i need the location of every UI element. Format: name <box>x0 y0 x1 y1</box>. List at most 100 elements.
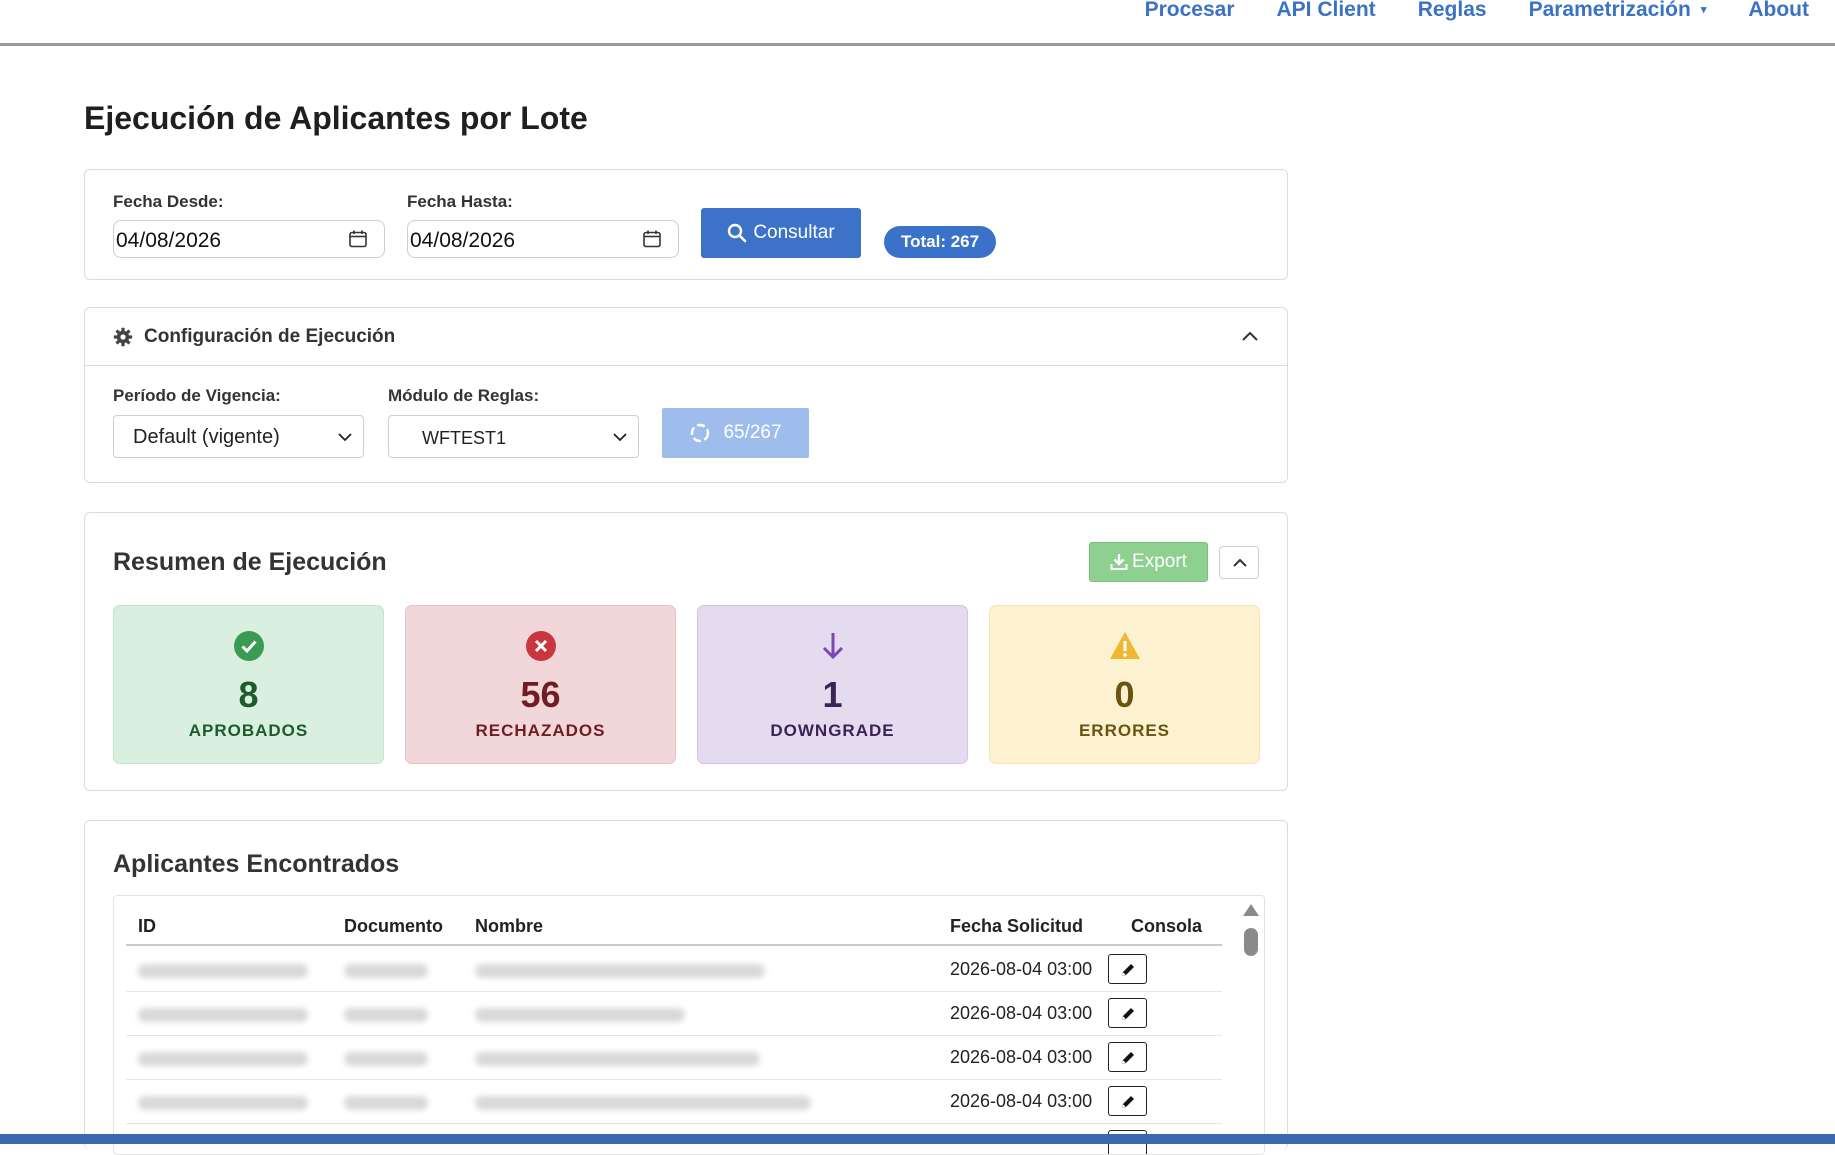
collapse-summary-button[interactable] <box>1219 546 1259 579</box>
check-circle-icon <box>233 631 264 661</box>
execution-config-card: Configuración de Ejecución Período de Vi… <box>84 307 1288 483</box>
fecha-solicitud: 2026-08-04 03:00 <box>950 1047 1093 1067</box>
spinner-icon <box>691 423 710 443</box>
consultar-label: Consultar <box>753 222 835 243</box>
from-date-input[interactable]: 04/08/2026 <box>113 220 385 258</box>
redacted-document <box>344 1052 428 1066</box>
redacted-id <box>138 1096 308 1110</box>
execution-summary-card: Resumen de Ejecución Export 8 APROBADOS … <box>84 512 1288 791</box>
fecha-solicitud: 2026-08-04 03:00 <box>950 1003 1093 1023</box>
periodo-value: Default (vigente) <box>133 426 280 448</box>
redacted-name <box>475 964 765 978</box>
x-circle-icon <box>525 631 556 661</box>
config-title: Configuración de Ejecución <box>144 326 396 347</box>
table-row[interactable]: 2026-08-04 03:00 <box>126 992 1222 1036</box>
caret-down-icon: ▾ <box>1700 4 1707 16</box>
stat-aprobados: 8 APROBADOS <box>113 605 384 764</box>
page-title: Ejecución de Aplicantes por Lote <box>84 100 588 136</box>
to-date-value: 04/08/2026 <box>410 229 516 252</box>
column-header-documento[interactable]: Documento <box>344 916 443 937</box>
column-header-consola[interactable]: Consola <box>1131 916 1202 937</box>
redacted-id <box>138 1052 308 1066</box>
modulo-label: Módulo de Reglas: <box>388 386 540 405</box>
table-row[interactable]: 2026-08-04 03:00 <box>126 1036 1222 1080</box>
download-icon <box>1110 554 1128 570</box>
redacted-name <box>475 1052 760 1066</box>
export-label: Export <box>1132 551 1187 572</box>
edit-button[interactable] <box>1108 1086 1147 1116</box>
config-header[interactable]: Configuración de Ejecución <box>85 308 1287 366</box>
edit-button[interactable] <box>1108 954 1147 984</box>
nav-item-parametrizacion[interactable]: Parametrización ▾ <box>1529 0 1707 22</box>
pencil-icon <box>1122 1052 1134 1064</box>
pencil-icon <box>1122 1008 1134 1020</box>
stat-label: DOWNGRADE <box>770 721 895 740</box>
scroll-up-arrow-icon[interactable] <box>1243 904 1259 916</box>
redacted-document <box>344 964 428 978</box>
to-date-label: Fecha Hasta: <box>407 192 513 211</box>
chevron-up-icon[interactable] <box>1240 327 1260 347</box>
edit-button[interactable] <box>1108 998 1147 1028</box>
top-navbar: Procesar API Client Reglas Parametrizaci… <box>0 0 1835 46</box>
stat-downgrade: 1 DOWNGRADE <box>697 605 968 764</box>
table-row[interactable]: 2026-08-04 03:00 <box>126 1080 1222 1124</box>
gear-icon <box>113 327 133 347</box>
fecha-solicitud: 2026-08-04 03:00 <box>950 1091 1093 1111</box>
stat-label: ERRORES <box>1078 721 1171 740</box>
stat-errores: 0 ERRORES <box>989 605 1260 764</box>
table-header: ID Documento Nombre Fecha Solicitud Cons… <box>126 896 1222 946</box>
redacted-document <box>344 1008 428 1022</box>
nav-item-procesar[interactable]: Procesar <box>1145 0 1235 22</box>
execution-progress-button[interactable]: 65/267 <box>662 408 809 458</box>
column-header-fecha[interactable]: Fecha Solicitud <box>950 916 1083 937</box>
stat-rechazados: 56 RECHAZADOS <box>405 605 676 764</box>
nav-item-about[interactable]: About <box>1748 0 1809 22</box>
arrow-down-icon <box>822 633 843 660</box>
periodo-label: Período de Vigencia: <box>113 386 281 405</box>
fecha-solicitud: 2026-08-04 03:00 <box>950 959 1093 979</box>
stat-value: 0 <box>1114 674 1135 715</box>
edit-button[interactable] <box>1108 1042 1147 1072</box>
stat-label: RECHAZADOS <box>475 721 606 740</box>
applicants-card: Aplicantes Encontrados ID Documento Nomb… <box>84 820 1288 1155</box>
column-header-id[interactable]: ID <box>138 916 156 937</box>
calendar-icon[interactable] <box>348 229 368 249</box>
pencil-icon <box>1122 964 1134 976</box>
stat-label: APROBADOS <box>188 721 309 740</box>
chevron-down-icon <box>338 433 352 442</box>
export-button[interactable]: Export <box>1089 542 1208 582</box>
redacted-document <box>344 1096 428 1110</box>
from-date-label: Fecha Desde: <box>113 192 224 211</box>
summary-title: Resumen de Ejecución <box>113 548 387 576</box>
consultar-button[interactable]: Consultar <box>701 208 861 258</box>
bottom-bar <box>0 1134 1835 1144</box>
modulo-value: WFTEST1 <box>422 428 506 448</box>
warning-icon <box>1109 632 1140 659</box>
scroll-thumb[interactable] <box>1244 928 1258 956</box>
pencil-icon <box>1122 1096 1134 1108</box>
nav-item-api-client[interactable]: API Client <box>1277 0 1376 22</box>
search-icon <box>728 223 747 243</box>
modulo-select[interactable]: WFTEST1 <box>388 415 639 458</box>
calendar-icon[interactable] <box>642 229 662 249</box>
redacted-id <box>138 964 308 978</box>
date-filter-card: Fecha Desde: 04/08/2026 Fecha Hasta: 04/… <box>84 169 1288 280</box>
from-date-value: 04/08/2026 <box>116 229 222 252</box>
column-header-nombre[interactable]: Nombre <box>475 916 543 937</box>
table-scrollbar[interactable] <box>1236 896 1264 1154</box>
nav-links: Procesar API Client Reglas Parametrizaci… <box>1145 0 1809 22</box>
stat-value: 8 <box>238 674 259 715</box>
stat-value: 1 <box>822 674 843 715</box>
total-badge: Total: 267 <box>884 226 997 258</box>
periodo-select[interactable]: Default (vigente) <box>113 415 364 458</box>
to-date-input[interactable]: 04/08/2026 <box>407 220 679 258</box>
redacted-name <box>475 1008 685 1022</box>
redacted-name <box>475 1096 811 1110</box>
chevron-down-icon <box>613 433 627 442</box>
progress-label: 65/267 <box>723 422 782 443</box>
applicants-title: Aplicantes Encontrados <box>113 850 400 878</box>
nav-item-label: Parametrización <box>1528 0 1691 21</box>
table-row[interactable]: 2026-08-04 03:00 <box>126 948 1222 992</box>
nav-item-reglas[interactable]: Reglas <box>1418 0 1487 22</box>
applicants-table: ID Documento Nombre Fecha Solicitud Cons… <box>113 895 1265 1155</box>
